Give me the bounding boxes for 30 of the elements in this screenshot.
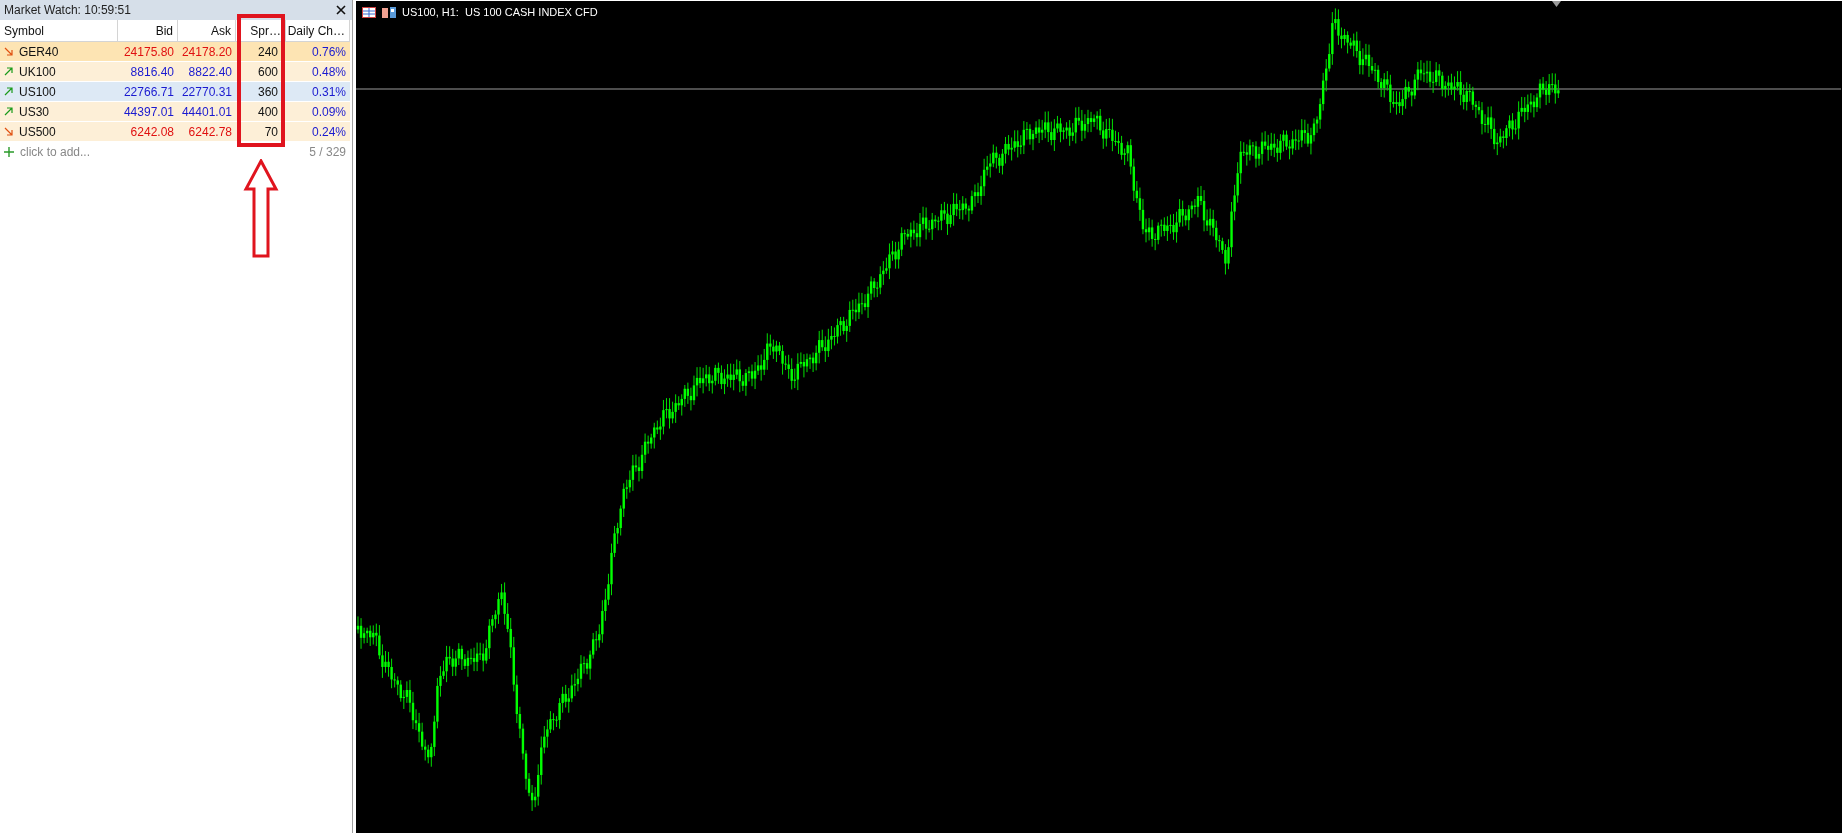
up-arrow-icon — [243, 159, 279, 259]
add-symbol-link[interactable]: click to add... — [20, 145, 91, 159]
bid-cell: 22766.71 — [118, 82, 178, 102]
ask-cell: 6242.78 — [178, 122, 236, 142]
bid-cell: 24175.80 — [118, 42, 178, 62]
panel-title: Market Watch: 10:59:51 — [4, 3, 131, 17]
daily-change-cell: 0.31% — [286, 82, 350, 102]
daily-change-cell: 0.24% — [286, 122, 350, 142]
daily-change-cell: 0.48% — [286, 62, 350, 82]
symbol-cell[interactable]: US30 — [0, 102, 118, 122]
plus-icon[interactable] — [4, 147, 14, 157]
chart-title: US100, H1: US 100 CASH INDEX CFD — [402, 6, 598, 18]
symbol-cell[interactable]: UK100 — [0, 62, 118, 82]
bid-cell: 44397.01 — [118, 102, 178, 122]
chart-icon[interactable] — [382, 6, 396, 18]
daily-change-cell: 0.09% — [286, 102, 350, 122]
ask-cell: 8822.40 — [178, 62, 236, 82]
ask-cell: 24178.20 — [178, 42, 236, 62]
bid-cell: 6242.08 — [118, 122, 178, 142]
ask-cell: 44401.01 — [178, 102, 236, 122]
symbol-cell[interactable]: US500 — [0, 122, 118, 142]
daily-change-cell: 0.76% — [286, 42, 350, 62]
ask-cell: 22770.31 — [178, 82, 236, 102]
table-icon[interactable] — [362, 6, 376, 18]
triangle-icon — [1552, 1, 1561, 7]
bid-cell: 8816.40 — [118, 62, 178, 82]
symbol-cell[interactable]: US100 — [0, 82, 118, 102]
symbol-count: 5 / 329 — [309, 145, 346, 159]
close-icon[interactable] — [336, 5, 346, 15]
symbol-cell[interactable]: GER40 — [0, 42, 118, 62]
